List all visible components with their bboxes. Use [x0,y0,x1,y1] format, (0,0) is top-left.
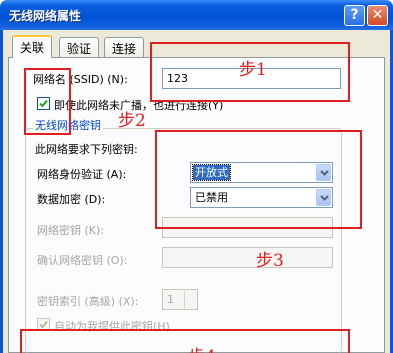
auth-label: 网络身份验证 (A): [37,168,127,181]
confirm-key-input[interactable] [162,247,333,268]
annotation-box-step3 [155,130,362,229]
tab-association[interactable]: 关联 [12,35,53,58]
annotation-step3: 步3 [256,251,284,271]
spinner-arrows-icon[interactable] [184,291,196,308]
requires-key-label: 此网络要求下列密钥: [35,143,138,156]
network-key-label: 网络密钥 (K): [37,224,104,237]
annotation-step1: 步1 [239,60,267,80]
tab-connection[interactable]: 连接 [104,37,145,57]
window-title: 无线网络属性 [9,9,82,23]
annotation-step4: 步4 [188,342,216,353]
tab-connection-label: 连接 [112,42,137,56]
key-index-label: 密钥索引 (高级) (X): [37,295,139,308]
close-icon: ✕ [371,7,384,23]
tab-association-label: 关联 [20,41,45,55]
close-button[interactable]: ✕ [367,5,388,26]
key-index-spinner[interactable]: 1 [162,289,198,310]
tab-authentication[interactable]: 验证 [59,37,100,57]
annotation-step2: 步2 [118,111,146,131]
annotation-box-step4 [20,329,350,353]
help-icon: ? [350,7,359,23]
title-bar: 无线网络属性 ? ✕ [0,0,393,30]
encryption-label: 数据加密 (D): [37,193,106,206]
key-index-value: 1 [167,293,174,306]
confirm-key-label: 确认网络密钥 (O): [37,254,128,267]
annotation-box-step2 [24,68,71,135]
tab-authentication-label: 验证 [67,42,92,56]
help-button[interactable]: ? [344,5,365,26]
